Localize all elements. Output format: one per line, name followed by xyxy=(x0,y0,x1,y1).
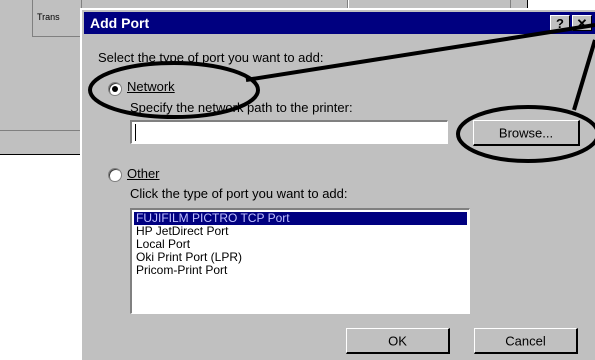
help-icon: ? xyxy=(556,16,564,31)
text-caret xyxy=(135,124,136,141)
browse-button[interactable]: Browse... xyxy=(473,120,580,146)
port-list-label: Click the type of port you want to add: xyxy=(130,186,348,201)
ok-label: OK xyxy=(388,333,407,348)
network-label[interactable]: Network xyxy=(127,79,175,94)
network-radio[interactable] xyxy=(108,82,122,96)
title-bar[interactable]: Add Port ? ✕ xyxy=(84,12,595,34)
add-port-dialog: Add Port ? ✕ Select the type of port you… xyxy=(80,8,595,360)
ok-button[interactable]: OK xyxy=(346,328,450,354)
other-radio[interactable] xyxy=(108,168,122,182)
port-type-list[interactable]: FUJIFILM PICTRO TCP Port HP JetDirect Po… xyxy=(130,208,470,314)
other-label[interactable]: Other xyxy=(127,166,160,181)
close-button[interactable]: ✕ xyxy=(572,15,592,31)
browse-label: Browse... xyxy=(498,125,554,140)
cancel-label: Cancel xyxy=(505,333,546,348)
background-group-box: Trans xyxy=(32,0,82,37)
network-path-input[interactable] xyxy=(130,120,448,144)
dialog-prompt: Select the type of port you want to add: xyxy=(98,50,324,65)
dialog-title: Add Port xyxy=(90,15,150,31)
network-path-label: Specify the network path to the printer: xyxy=(130,100,353,115)
list-item[interactable]: Pricom-Print Port xyxy=(134,264,467,277)
cancel-button[interactable]: Cancel xyxy=(474,328,578,354)
help-button[interactable]: ? xyxy=(550,15,570,31)
close-icon: ✕ xyxy=(576,16,588,31)
background-label: Trans xyxy=(37,12,60,22)
